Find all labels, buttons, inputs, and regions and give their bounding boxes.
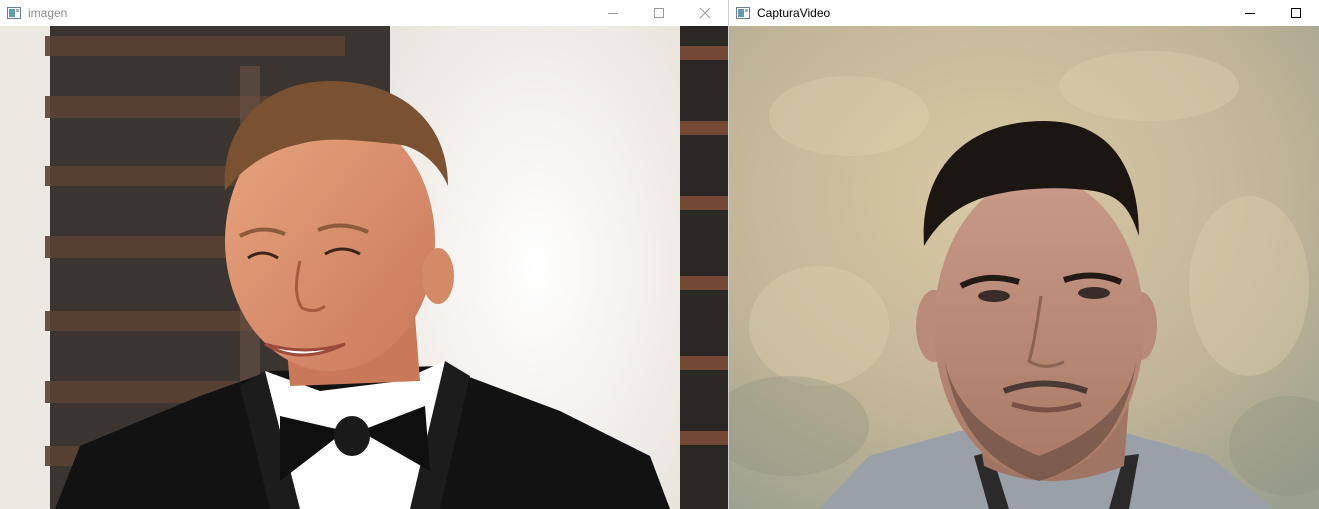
titlebar-imagen[interactable]: imagen — [0, 0, 728, 26]
window-capturavideo[interactable]: CapturaVideo — [728, 0, 1319, 509]
close-icon — [699, 7, 711, 19]
webcam-photo — [729, 26, 1319, 509]
titlebar-capturavideo[interactable]: CapturaVideo — [729, 0, 1319, 26]
maximize-button[interactable] — [1273, 0, 1319, 26]
window-app-icon — [6, 5, 22, 21]
window-title: imagen — [28, 6, 68, 20]
minimize-icon — [608, 13, 618, 14]
video-frame — [729, 26, 1319, 509]
window-title: CapturaVideo — [757, 6, 831, 20]
maximize-button[interactable] — [636, 0, 682, 26]
maximize-icon — [1291, 8, 1301, 18]
window-imagen[interactable]: imagen — [0, 0, 728, 509]
minimize-button[interactable] — [1227, 0, 1273, 26]
portrait-photo — [0, 26, 728, 509]
window-app-icon — [735, 5, 751, 21]
close-button[interactable] — [682, 0, 728, 26]
minimize-button[interactable] — [590, 0, 636, 26]
maximize-icon — [654, 8, 664, 18]
minimize-icon — [1245, 13, 1255, 14]
image-display — [0, 26, 728, 509]
